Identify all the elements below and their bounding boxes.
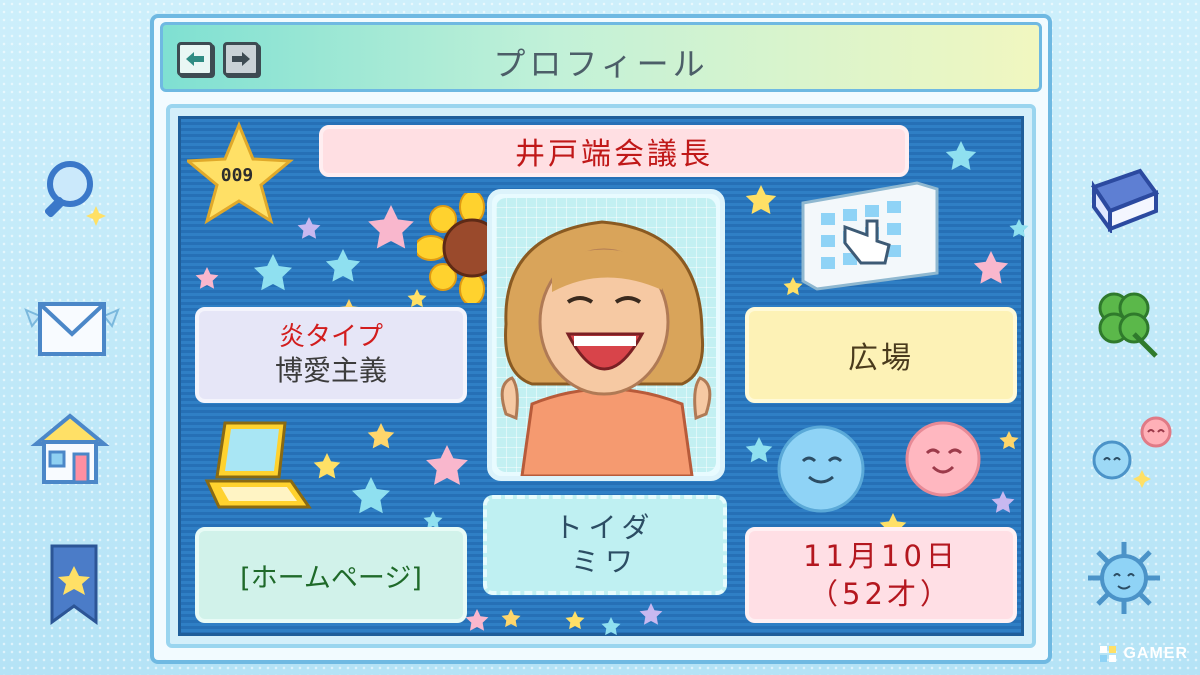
- type-label: 炎タイプ: [278, 322, 383, 352]
- profile-name: 井戸端会議長: [515, 137, 713, 172]
- bookmark-icon[interactable]: [34, 544, 114, 625]
- profile-number: 009: [220, 165, 254, 186]
- gamer-watermark: GAMER: [1099, 645, 1188, 663]
- homepage-link[interactable]: [ホームページ]: [195, 527, 467, 623]
- place-card: 広場: [745, 307, 1017, 403]
- name-reading-card: トイダ ミワ: [483, 495, 727, 595]
- character-face-icon: [500, 220, 712, 476]
- smiley-faces-icon: [777, 421, 981, 513]
- laptop-icon: [204, 421, 312, 509]
- title-bar: プロフィール: [160, 22, 1042, 92]
- watermark-text: GAMER: [1123, 645, 1188, 662]
- mail-icon[interactable]: [22, 290, 122, 370]
- friends-icon[interactable]: [1082, 410, 1178, 490]
- virus-icon[interactable]: [1084, 538, 1164, 618]
- search-icon[interactable]: [34, 154, 114, 234]
- profile-panel: 009 井戸端会議長 炎タイプ 博愛主義 広場 [ホームページ] トイダ ミワ …: [178, 116, 1029, 636]
- building-icon: [801, 181, 939, 291]
- type-value: 博愛主義: [274, 354, 387, 387]
- name-reading-line1: トイダ: [554, 511, 656, 544]
- birthday-date: 11月10日: [803, 539, 959, 573]
- number-badge: 009: [184, 121, 307, 231]
- home-icon[interactable]: [30, 408, 110, 488]
- name-reading-line2: ミワ: [570, 545, 639, 578]
- name-card: 井戸端会議長: [319, 125, 909, 177]
- window-title: プロフィール: [493, 45, 709, 83]
- clover-icon[interactable]: [1084, 282, 1164, 362]
- book-icon[interactable]: [1084, 158, 1164, 238]
- homepage-label: [ホームページ]: [240, 562, 422, 594]
- type-card: 炎タイプ 博愛主義: [195, 307, 467, 403]
- gamer-logo-icon: [1100, 646, 1117, 662]
- profile-window: プロフィール 009 井戸端会議長 炎タイプ 博愛主義 広場 [ホームページ] …: [150, 14, 1052, 664]
- profile-bezel: 009 井戸端会議長 炎タイプ 博愛主義 広場 [ホームページ] トイダ ミワ …: [166, 104, 1036, 648]
- birthday-card: 11月10日 （52才）: [745, 527, 1017, 623]
- place-value: 広場: [848, 341, 914, 376]
- age-value: （52才）: [809, 577, 953, 611]
- character-portrait: [487, 189, 725, 481]
